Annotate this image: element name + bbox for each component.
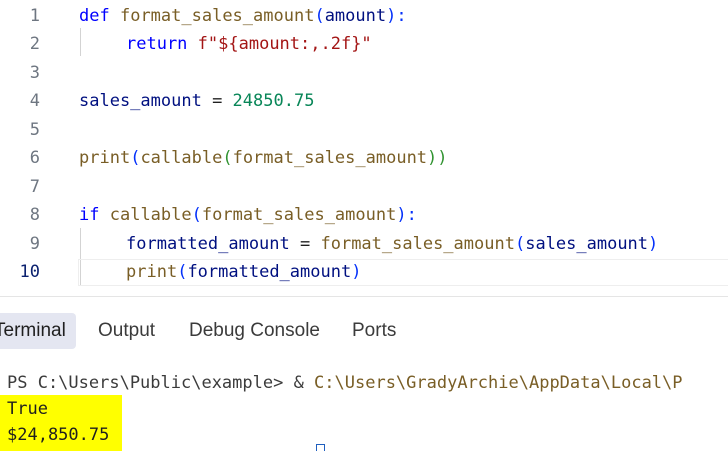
paren-close: ) <box>351 262 362 282</box>
number-literal: 24850.75 <box>232 91 315 111</box>
var-formatted-amount: formatted_amount <box>187 262 352 282</box>
code-line-2[interactable]: 2 return f"${amount:,.2f}" <box>0 30 728 58</box>
line-number: 4 <box>29 91 40 111</box>
line-number: 9 <box>29 234 40 254</box>
paren-colon: ): <box>396 205 417 225</box>
terminal-output-line: $24,850.75 <box>7 425 110 445</box>
code-editor[interactable]: 1 def format_sales_amount(amount): 2 ret… <box>0 0 728 288</box>
tab-output[interactable]: Output <box>98 313 155 349</box>
paren: ( <box>177 262 188 282</box>
builtin-callable: callable <box>140 148 223 168</box>
code-line-4[interactable]: 4 sales_amount = 24850.75 <box>0 87 728 115</box>
function-ref: format_sales_amount <box>201 205 397 225</box>
operator: = <box>289 234 321 254</box>
line-number: 2 <box>29 34 40 54</box>
paren: ( <box>222 148 233 168</box>
paren-close: )) <box>427 148 448 168</box>
terminal-prompt: PS C:\Users\Public\example> & <box>7 373 315 393</box>
line-number: 3 <box>29 63 40 83</box>
line-number: 10 <box>19 262 40 282</box>
command-path: C:\Users\GradyArchie\AppData\Local\P <box>314 373 683 393</box>
keyword-def: def <box>79 6 110 26</box>
builtin-callable: callable <box>109 205 192 225</box>
panel-divider[interactable] <box>0 296 728 297</box>
function-ref: format_sales_amount <box>232 148 428 168</box>
keyword-if: if <box>79 205 100 225</box>
terminal-cursor <box>316 444 325 451</box>
paren-colon: ): <box>386 6 407 26</box>
var-formatted-amount: formatted_amount <box>126 234 290 254</box>
function-call: format_sales_amount <box>320 234 515 254</box>
panel-tab-bar: Terminal Output Debug Console Ports <box>0 313 728 349</box>
tab-debug-console[interactable]: Debug Console <box>189 313 320 349</box>
paren: ( <box>314 6 325 26</box>
code-line-9[interactable]: 9 formatted_amount = format_sales_amount… <box>0 230 728 258</box>
code-line-10[interactable]: 10 print(formatted_amount) <box>0 258 728 286</box>
paren: ( <box>514 234 526 254</box>
terminal-command-line: PS C:\Users\Public\example> & C:\Users\G… <box>7 370 683 396</box>
function-name: format_sales_amount <box>119 6 315 26</box>
code-line-3[interactable]: 3 <box>0 59 728 87</box>
arg-sales-amount: sales_amount <box>525 234 649 254</box>
tab-terminal[interactable]: Terminal <box>0 313 76 349</box>
param-amount: amount <box>324 6 387 26</box>
paren-close: ) <box>648 234 659 254</box>
line-number: 1 <box>29 6 40 26</box>
line-number: 6 <box>29 148 40 168</box>
terminal-output-line: True <box>7 399 48 419</box>
paren: ( <box>191 205 202 225</box>
line-number: 7 <box>29 177 40 197</box>
operator: = <box>201 91 233 111</box>
paren: ( <box>130 148 141 168</box>
builtin-print: print <box>79 148 131 168</box>
line-number: 8 <box>29 205 40 225</box>
code-line-1[interactable]: 1 def format_sales_amount(amount): <box>0 2 728 30</box>
builtin-print: print <box>126 262 178 282</box>
line-number: 5 <box>29 120 40 140</box>
tab-ports[interactable]: Ports <box>352 313 396 349</box>
code-line-7[interactable]: 7 <box>0 173 728 201</box>
fstring: f"${amount:,.2f}" <box>197 34 372 54</box>
code-line-8[interactable]: 8 if callable(format_sales_amount): <box>0 201 728 229</box>
code-line-6[interactable]: 6 print(callable(format_sales_amount)) <box>0 144 728 172</box>
code-line-5[interactable]: 5 <box>0 116 728 144</box>
keyword-return: return <box>126 34 188 54</box>
var-sales-amount: sales_amount <box>79 91 202 111</box>
